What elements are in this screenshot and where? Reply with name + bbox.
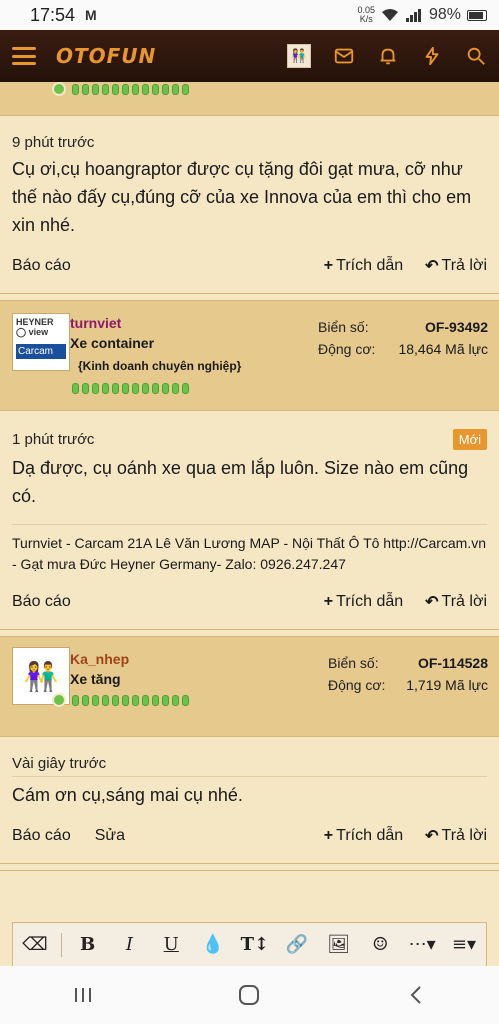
- post-separator: [0, 863, 499, 871]
- online-indicator: [52, 82, 66, 96]
- post-time[interactable]: 1 phút trước: [12, 431, 94, 448]
- emoji-icon[interactable]: ☺: [364, 929, 396, 961]
- plus-icon: +: [323, 257, 334, 274]
- post-actions: Báo cáo + Trích dẫn ↶ Trả lời: [12, 239, 487, 293]
- post-body: 9 phút trước Cụ ơi,cụ hoangraptor được c…: [0, 116, 499, 293]
- plate-stat: Biển số: OF-93492: [318, 319, 488, 335]
- plate-stat: Biển số: OF-114528: [328, 655, 488, 671]
- plus-icon: +: [323, 827, 334, 844]
- underline-icon[interactable]: U: [155, 929, 187, 961]
- battery-percent: 98%: [428, 6, 461, 23]
- logo[interactable]: OTOFUN: [56, 44, 156, 68]
- reply-button[interactable]: ↶ Trả lời: [425, 826, 487, 846]
- menu-icon[interactable]: [12, 47, 36, 65]
- report-link[interactable]: Báo cáo: [12, 593, 71, 611]
- edit-link[interactable]: Sửa: [95, 827, 125, 845]
- user-avatar[interactable]: 👫: [287, 44, 311, 68]
- editor-toolbar: ⌫ B I U 💧 T↕ 🔗 🖼 ☺ ⋯▾ ≡▾: [12, 922, 487, 966]
- user-title: Xe tăng: [70, 671, 121, 687]
- plus-icon: +: [323, 593, 334, 610]
- signature: Turnviet - Carcam 21A Lê Văn Lương MAP -…: [12, 524, 487, 575]
- quote-button[interactable]: + Trích dẫn: [324, 826, 403, 846]
- align-icon[interactable]: ≡▾: [448, 929, 480, 961]
- post-message: Dạ được, cụ oánh xe qua em lắp luôn. Siz…: [12, 458, 469, 506]
- post-message: Cám ơn cụ,sáng mai cụ nhé.: [12, 776, 487, 809]
- italic-icon[interactable]: I: [113, 929, 145, 961]
- engine-stat: Động cơ: 1,719 Mã lực: [328, 677, 488, 693]
- reputation-dots: [72, 84, 189, 95]
- reply-icon: ↶: [425, 258, 439, 275]
- reply-button[interactable]: ↶ Trả lời: [425, 256, 487, 276]
- thread-content: 9 phút trước Cụ ơi,cụ hoangraptor được c…: [0, 82, 499, 962]
- post-actions: Báo cáo Sửa + Trích dẫn ↶ Trả lời: [12, 809, 487, 863]
- username-link[interactable]: Ka_nhep: [70, 651, 129, 667]
- search-icon[interactable]: [465, 45, 487, 67]
- post-user-bar: HEYNER ◯ view Carcam turnviet Xe contain…: [0, 301, 499, 411]
- new-badge: Mới: [452, 429, 487, 450]
- user-banner: {Kinh doanh chuyên nghiệp}: [78, 359, 242, 373]
- bell-icon[interactable]: [377, 45, 399, 67]
- bold-icon[interactable]: B: [72, 929, 104, 961]
- toolbar-divider: [60, 932, 62, 957]
- reply-button[interactable]: ↶ Trả lời: [425, 592, 487, 612]
- signal-icon: [405, 9, 421, 22]
- username-link[interactable]: turnviet: [70, 315, 121, 331]
- post-separator: [0, 293, 499, 301]
- user-avatar[interactable]: HEYNER ◯ view Carcam: [12, 313, 70, 371]
- color-drop-icon[interactable]: 💧: [197, 929, 229, 961]
- reputation-dots: [72, 383, 189, 394]
- gmail-icon: M: [85, 7, 97, 23]
- post-time[interactable]: 9 phút trước: [12, 134, 94, 151]
- post-actions: Báo cáo + Trích dẫn ↶ Trả lời: [12, 575, 487, 629]
- wifi-icon: [381, 9, 398, 21]
- app-header: OTOFUN 👫: [0, 30, 499, 82]
- reply-icon: ↶: [425, 828, 439, 845]
- text-size-icon[interactable]: T↕: [239, 929, 271, 961]
- lightning-icon[interactable]: [421, 45, 443, 67]
- post-user-bar: 👫 Ka_nhep Xe tăng Biển số: OF-114528 Động…: [0, 637, 499, 737]
- post-body: 1 phút trước Mới Dạ được, cụ oánh xe qua…: [0, 411, 499, 629]
- battery-icon: [467, 9, 487, 21]
- network-speed: 0.05 K/s: [357, 5, 375, 24]
- report-link[interactable]: Báo cáo: [12, 257, 71, 275]
- more-icon[interactable]: ⋯▾: [406, 929, 438, 961]
- reply-icon: ↶: [425, 594, 439, 611]
- image-icon[interactable]: 🖼: [323, 929, 355, 961]
- recent-apps-icon[interactable]: [63, 980, 103, 1010]
- user-title: Xe container: [70, 335, 155, 351]
- post-separator: [0, 629, 499, 637]
- status-bar: 17:54 M 0.05 K/s 98%: [0, 0, 499, 30]
- post-user-bar: [0, 82, 499, 116]
- eraser-icon[interactable]: ⌫: [19, 929, 51, 961]
- back-icon[interactable]: [396, 980, 436, 1010]
- link-icon[interactable]: 🔗: [281, 929, 313, 961]
- quote-button[interactable]: + Trích dẫn: [324, 256, 403, 276]
- system-nav-bar: [0, 966, 499, 1024]
- post-time[interactable]: Vài giây trước: [12, 755, 106, 772]
- engine-stat: Động cơ: 18,464 Mã lực: [318, 341, 488, 357]
- post-message: Cụ ơi,cụ hoangraptor được cụ tặng đôi gạ…: [12, 159, 472, 235]
- post-body: Vài giây trước Cám ơn cụ,sáng mai cụ nhé…: [0, 737, 499, 863]
- report-link[interactable]: Báo cáo: [12, 827, 71, 845]
- quote-button[interactable]: + Trích dẫn: [324, 592, 403, 612]
- reputation-dots: [72, 695, 189, 706]
- home-icon[interactable]: [229, 980, 269, 1010]
- mail-icon[interactable]: [333, 45, 355, 67]
- status-time: 17:54: [30, 4, 76, 25]
- online-indicator: [52, 693, 66, 707]
